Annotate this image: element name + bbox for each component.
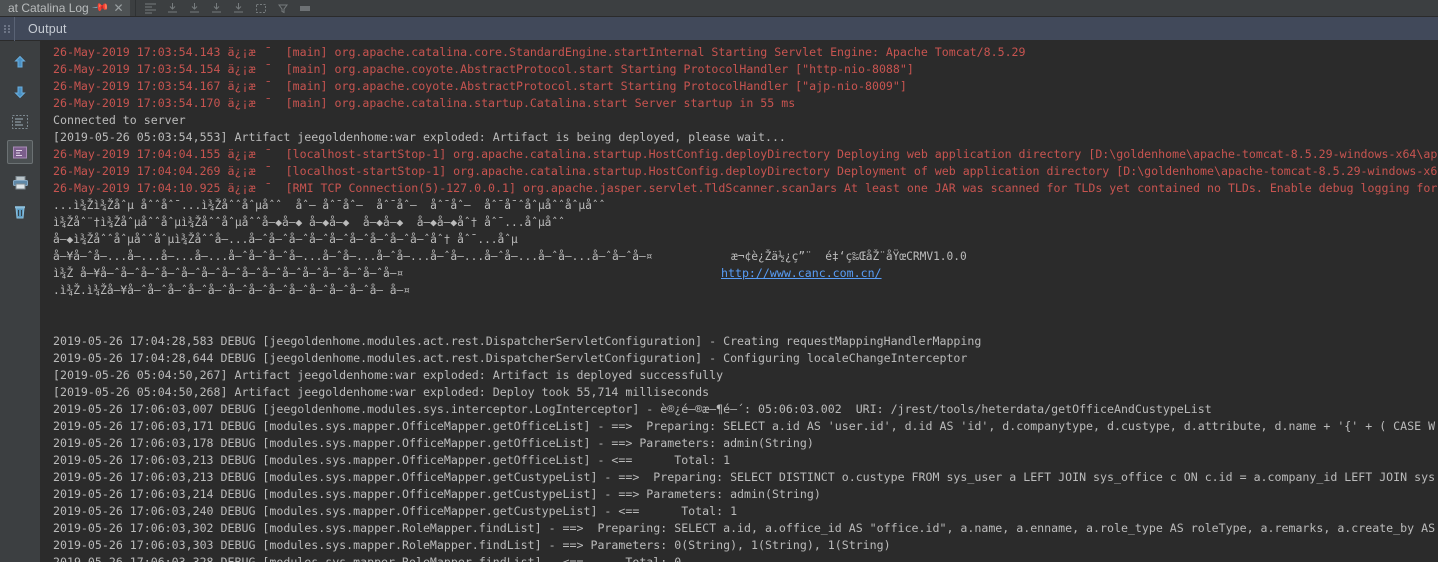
banner-text: å—◆ì¾Žåˆˆåˆµåˆˆåˆµì¾Žåˆˆå—...å—ˆå—ˆå—ˆå—… <box>53 233 518 246</box>
log-line: 26-May-2019 17:04:10.925 ä¿¡æ¯ [RMI TCP… <box>53 181 1438 195</box>
log-line-blank <box>41 299 1438 316</box>
log-line: 2019-05-26 17:06:03,171 DEBUG [modules.s… <box>53 419 1436 433</box>
log-line: [2019-05-26 05:03:54,553] Artifact jeego… <box>53 130 786 144</box>
log-line: 2019-05-26 17:04:28,583 DEBUG [jeegolden… <box>53 334 982 348</box>
print-button[interactable] <box>7 170 33 194</box>
banner-text: ...ì¾Žì¾Žåˆµ åˆˆåˆ¯...ì¾Žåˆˆåˆµåˆˆ åˆ– å… <box>53 199 606 212</box>
log-line: [2019-05-26 05:04:50,268] Artifact jeego… <box>53 385 710 399</box>
scroll-down-button[interactable] <box>7 80 33 104</box>
log-line: 2019-05-26 17:06:03,302 DEBUG [modules.s… <box>53 521 1436 535</box>
drag-handle-icon[interactable] <box>0 17 14 41</box>
banner-text: ì¾Ž å—¥å—ˆå—ˆå—ˆå—ˆå—ˆå—ˆå—ˆå—ˆå—ˆå—ˆå—ˆ… <box>53 267 404 280</box>
settings-icon[interactable] <box>295 0 315 16</box>
frame-icon[interactable] <box>251 0 271 16</box>
scroll-to-end-button[interactable] <box>7 140 33 164</box>
log-line: 2019-05-26 17:06:03,213 DEBUG [modules.s… <box>53 470 1436 484</box>
log-toolbar <box>141 0 315 16</box>
log-line-banner: ì¾Ž å—¥å—ˆå—ˆå—ˆå—ˆå—ˆå—ˆå—ˆå—ˆå—ˆå—ˆå—ˆ… <box>41 265 1438 282</box>
align-icon[interactable] <box>141 0 161 16</box>
editor-tab-strip: at Catalina Log 📌 ✕ <box>0 0 1438 17</box>
log-line-banner: å—¥å—ˆå—...å—...å—...å—...å—ˆå—ˆå—ˆå—...… <box>41 248 1438 265</box>
log-line-group-debug: 2019-05-26 17:04:28,583 DEBUG [jeegolden… <box>41 299 1438 562</box>
import-icon[interactable] <box>207 0 227 16</box>
toolbar-divider <box>134 0 136 16</box>
log-line: 26-May-2019 17:03:54.167 ä¿¡æ¯ [main] o… <box>53 79 907 93</box>
filter-icon[interactable] <box>273 0 293 16</box>
scroll-up-button[interactable] <box>7 50 33 74</box>
idea-output-window: at Catalina Log 📌 ✕ Output 26-May-2019 1… <box>0 0 1438 562</box>
log-line-blank <box>41 316 1438 333</box>
tab-catalina-log[interactable]: at Catalina Log 📌 ✕ <box>0 0 130 16</box>
log-line-banner: .ì¾Ž.ì¾Žå—¥å—ˆå—ˆå—ˆå—ˆå—ˆå—ˆå—ˆå—ˆå—ˆå—… <box>41 282 1438 299</box>
tab-label: at Catalina Log <box>8 0 89 15</box>
output-title-bar: Output <box>0 16 1438 41</box>
close-icon[interactable]: ✕ <box>113 1 123 15</box>
banner-text: .ì¾Ž.ì¾Žå—¥å—ˆå—ˆå—ˆå—ˆå—ˆå—ˆå—ˆå—ˆå—ˆå—… <box>53 284 410 297</box>
soft-wrap-button[interactable] <box>7 110 33 134</box>
log-line-banner: ...ì¾Žì¾Žåˆµ åˆˆåˆ¯...ì¾Žåˆˆåˆµåˆˆ åˆ– å… <box>41 197 1438 214</box>
import-up-icon[interactable] <box>229 0 249 16</box>
log-line: 2019-05-26 17:06:03,007 DEBUG [jeegolden… <box>53 402 1212 416</box>
log-line: 26-May-2019 17:04:04.155 ä¿¡æ¯ [localho… <box>53 147 1438 161</box>
log-line: [2019-05-26 05:04:50,267] Artifact jeego… <box>53 368 724 382</box>
log-line: 26-May-2019 17:03:54.143 ä¿¡æ¯ [main] o… <box>53 45 1026 59</box>
console-output-area[interactable]: 26-May-2019 17:03:54.143 ä¿¡æ¯ [main] o… <box>41 41 1438 562</box>
log-line: 2019-05-26 17:06:03,178 DEBUG [modules.s… <box>53 436 814 450</box>
log-line: 2019-05-26 17:06:03,328 DEBUG [modules.s… <box>53 555 682 562</box>
log-line: 26-May-2019 17:03:54.170 ä¿¡æ¯ [main] o… <box>53 96 796 110</box>
log-line-banner: ì¾Žåˆ¨†ì¾Žåˆµåˆˆåˆµì¾Žåˆˆåˆµåˆˆå—◆å—◆ å—… <box>41 214 1438 231</box>
clear-all-button[interactable] <box>7 200 33 224</box>
output-panel-title: Output <box>28 21 67 36</box>
log-line-banner: å—◆ì¾Žåˆˆåˆµåˆˆåˆµì¾Žåˆˆå—...å—ˆå—ˆå—ˆå—… <box>41 231 1438 248</box>
log-line: 2019-05-26 17:06:03,240 DEBUG [modules.s… <box>53 504 738 518</box>
log-line-group-banner: ...ì¾Žì¾Žåˆµ åˆˆåˆ¯...ì¾Žåˆˆåˆµåˆˆ åˆ– å… <box>41 197 1438 299</box>
export-icon[interactable] <box>163 0 183 16</box>
banner-product-text: æ¬¢è¿Žä½¿ç”¨ é‡‘ç‰ŒåŽ¨åŸœCRMV1.0.0 <box>731 250 967 263</box>
export-down-icon[interactable] <box>185 0 205 16</box>
log-line: 2019-05-26 17:06:03,303 DEBUG [modules.s… <box>53 538 891 552</box>
log-line: 2019-05-26 17:06:03,214 DEBUG [modules.s… <box>53 487 821 501</box>
pin-icon[interactable]: 📌 <box>91 0 110 16</box>
log-line: Connected to server <box>53 113 186 127</box>
log-line: 26-May-2019 17:03:54.154 ä¿¡æ¯ [main] o… <box>53 62 914 76</box>
log-line-group-startup: 26-May-2019 17:03:54.143 ä¿¡æ¯ [main] o… <box>41 44 1438 197</box>
console-gutter-toolbar <box>0 41 41 562</box>
log-line: 2019-05-26 17:04:28,644 DEBUG [jeegolden… <box>53 351 968 365</box>
log-line: 26-May-2019 17:04:04.269 ä¿¡æ¯ [localho… <box>53 164 1438 178</box>
banner-text: ì¾Žåˆ¨†ì¾Žåˆµåˆˆåˆµì¾Žåˆˆåˆµåˆˆå—◆å—◆ å—… <box>53 216 565 229</box>
console-hyperlink[interactable]: http://www.canc.com.cn/ <box>721 265 882 282</box>
banner-text: å—¥å—ˆå—...å—...å—...å—...å—ˆå—ˆå—ˆå—...… <box>53 250 653 263</box>
log-line: 2019-05-26 17:06:03,213 DEBUG [modules.s… <box>53 453 731 467</box>
